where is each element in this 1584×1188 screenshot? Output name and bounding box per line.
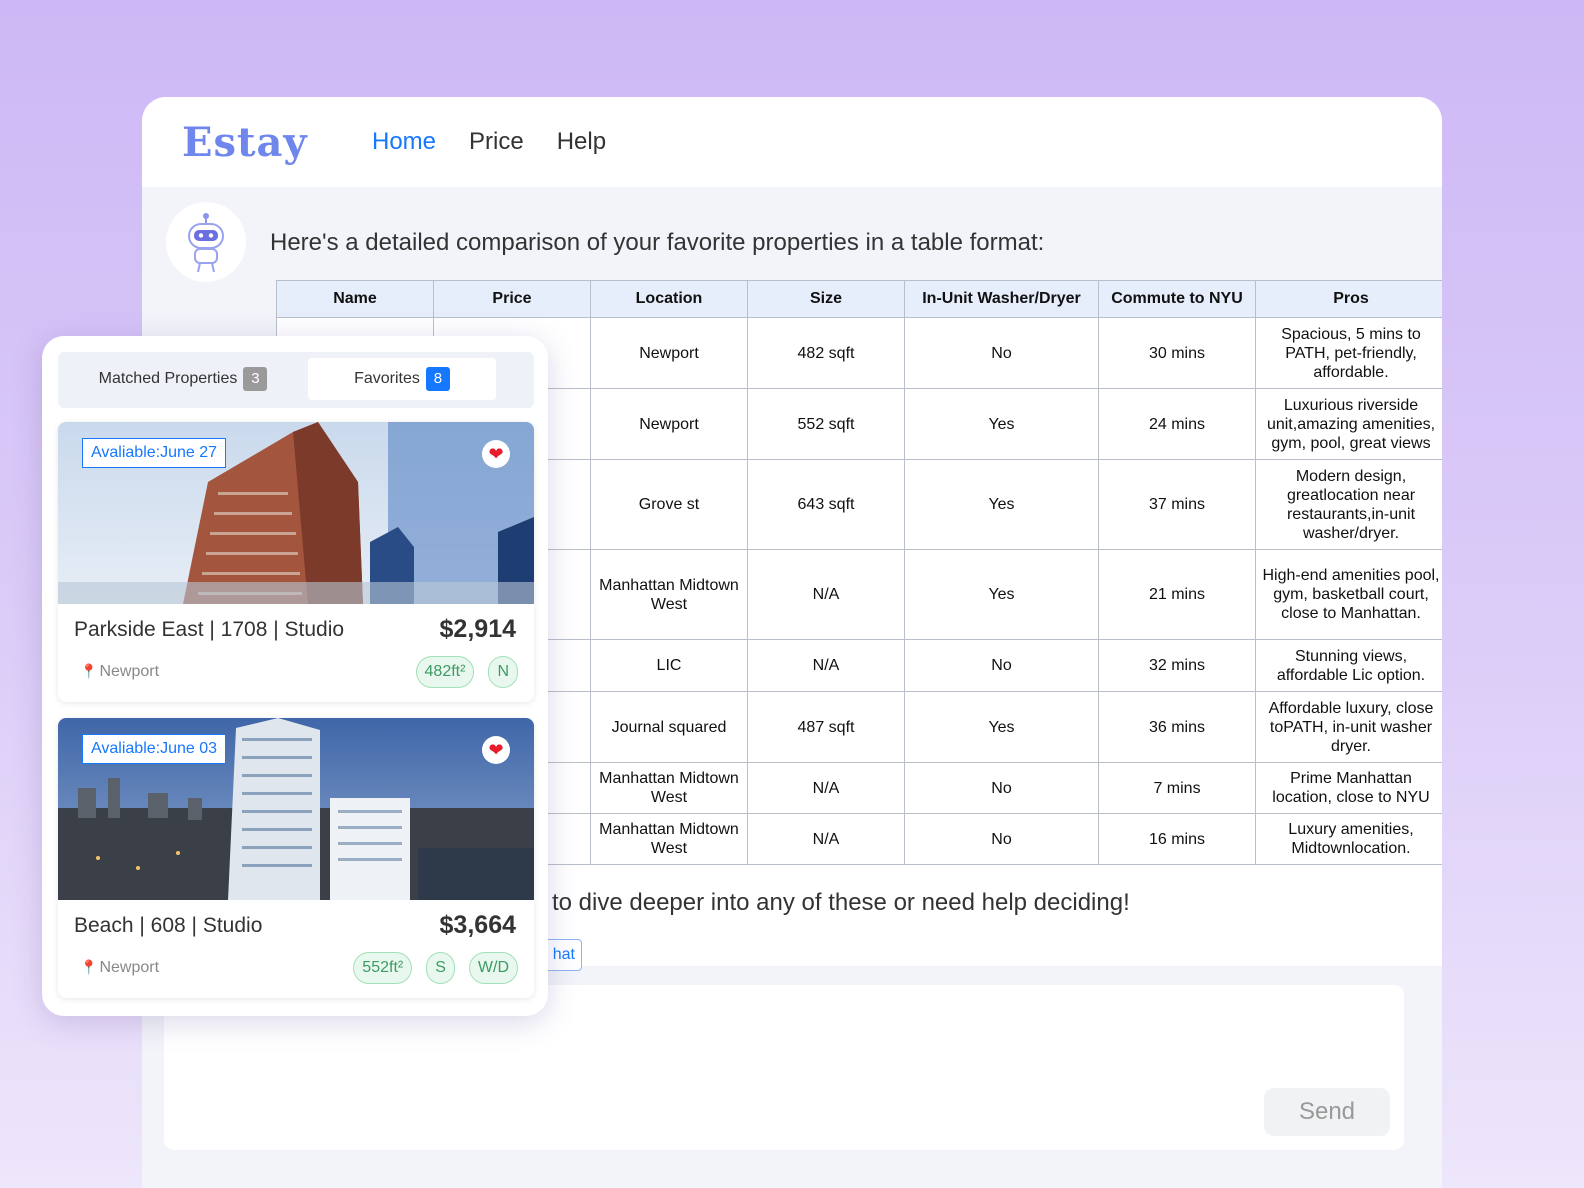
property-tags: 552ft² S W/D bbox=[353, 952, 518, 984]
cell-pros: Prime Manhattan location, close to NYU bbox=[1255, 762, 1442, 814]
heart-icon[interactable]: ❤ bbox=[482, 736, 510, 764]
send-button[interactable]: Send bbox=[1264, 1088, 1390, 1136]
cell-location: Newport bbox=[590, 388, 748, 460]
column-header-pros: Pros bbox=[1255, 280, 1442, 318]
suggestion-chip[interactable]: hat bbox=[542, 939, 582, 971]
property-price: $2,914 bbox=[439, 615, 516, 643]
cell-washer: Yes bbox=[904, 388, 1099, 460]
location-pin-icon: 📍 bbox=[80, 663, 98, 679]
cell-washer: Yes bbox=[904, 549, 1099, 640]
cell-washer: Yes bbox=[904, 459, 1099, 550]
cell-washer: No bbox=[904, 639, 1099, 692]
feature-tag: N bbox=[488, 656, 518, 688]
favorites-count-badge: 8 bbox=[425, 367, 450, 391]
property-card[interactable]: Avaliable:June 03 ❤ Beach | 608 | Studio… bbox=[58, 718, 534, 998]
cell-size: 552 sqft bbox=[747, 388, 905, 460]
cell-size: N/A bbox=[747, 549, 905, 640]
matched-count-badge: 3 bbox=[243, 367, 268, 391]
cell-commute: 24 mins bbox=[1098, 388, 1256, 460]
nav-price[interactable]: Price bbox=[469, 128, 524, 156]
cell-washer: No bbox=[904, 317, 1099, 389]
property-location: 📍 Newport bbox=[80, 959, 159, 977]
robot-avatar-icon bbox=[188, 213, 224, 273]
tab-matched-properties[interactable]: Matched Properties 3 bbox=[58, 358, 308, 400]
cell-size: 643 sqft bbox=[747, 459, 905, 550]
column-header-size: Size bbox=[747, 280, 905, 318]
property-tags: 482ft² N bbox=[415, 656, 518, 688]
cell-pros: Luxury amenities, Midtownlocation. bbox=[1255, 813, 1442, 865]
cell-washer: No bbox=[904, 762, 1099, 814]
estay-logo[interactable]: Estay bbox=[182, 119, 330, 166]
cell-pros: High-end amenities pool, gym, basketball… bbox=[1255, 549, 1442, 640]
column-header-washer-dryer: In-Unit Washer/Dryer bbox=[904, 280, 1099, 318]
column-header-commute: Commute to NYU bbox=[1098, 280, 1256, 318]
location-pin-icon: 📍 bbox=[80, 959, 98, 975]
tab-favorites[interactable]: Favorites 8 bbox=[308, 358, 496, 400]
cell-commute: 36 mins bbox=[1098, 691, 1256, 763]
cell-size: N/A bbox=[747, 639, 905, 692]
cell-pros: Affordable luxury, close toPATH, in-unit… bbox=[1255, 691, 1442, 763]
property-title: Beach | 608 | Studio bbox=[74, 914, 263, 937]
assistant-avatar bbox=[166, 202, 246, 282]
heart-icon[interactable]: ❤ bbox=[482, 440, 510, 468]
cell-location: Newport bbox=[590, 317, 748, 389]
tab-label: Favorites bbox=[354, 370, 420, 387]
location-label: Newport bbox=[99, 959, 160, 976]
cell-location: Grove st bbox=[590, 459, 748, 550]
cell-washer: Yes bbox=[904, 691, 1099, 763]
cell-location: Manhattan Midtown West bbox=[590, 813, 748, 865]
column-header-price: Price bbox=[433, 280, 591, 318]
availability-badge: Avaliable:June 27 bbox=[82, 438, 227, 468]
table-header-row: Name Price Location Size In-Unit Washer/… bbox=[276, 280, 1442, 318]
panel-tabs: Matched Properties 3 Favorites 8 bbox=[58, 352, 534, 408]
feature-tag: S bbox=[426, 952, 455, 984]
size-tag: 552ft² bbox=[353, 952, 413, 984]
property-title: Parkside East | 1708 | Studio bbox=[74, 618, 345, 641]
cell-commute: 21 mins bbox=[1098, 549, 1256, 640]
column-header-name: Name bbox=[276, 280, 434, 318]
size-tag: 482ft² bbox=[415, 656, 475, 688]
cell-pros: Stunning views, affordable Lic option. bbox=[1255, 639, 1442, 692]
favorites-panel: Matched Properties 3 Favorites 8 Avaliab… bbox=[42, 336, 548, 1016]
cell-location: Manhattan Midtown West bbox=[590, 762, 748, 814]
cell-location: LIC bbox=[590, 639, 748, 692]
washer-dryer-tag: W/D bbox=[468, 952, 518, 984]
assistant-followup-message: to dive deeper into any of these or need… bbox=[552, 889, 1130, 916]
cell-commute: 37 mins bbox=[1098, 459, 1256, 550]
property-location: 📍 Newport bbox=[80, 663, 159, 681]
cell-pros: Modern design, greatlocation near restau… bbox=[1255, 459, 1442, 550]
cell-size: 487 sqft bbox=[747, 691, 905, 763]
column-header-location: Location bbox=[590, 280, 748, 318]
cell-pros: Luxurious riverside unit,amazing ameniti… bbox=[1255, 388, 1442, 460]
availability-badge: Avaliable:June 03 bbox=[82, 734, 227, 764]
nav-help[interactable]: Help bbox=[557, 128, 606, 156]
nav-home[interactable]: Home bbox=[372, 128, 436, 156]
cell-location: Journal squared bbox=[590, 691, 748, 763]
cell-location: Manhattan Midtown West bbox=[590, 549, 748, 640]
property-card[interactable]: Avaliable:June 27 ❤ Parkside East | 1708… bbox=[58, 422, 534, 702]
cell-washer: No bbox=[904, 813, 1099, 865]
cell-pros: Spacious, 5 mins to PATH, pet-friendly, … bbox=[1255, 317, 1442, 389]
cell-commute: 32 mins bbox=[1098, 639, 1256, 692]
property-price: $3,664 bbox=[439, 911, 516, 939]
cell-size: N/A bbox=[747, 762, 905, 814]
top-navigation-bar: Estay Home Price Help bbox=[142, 97, 1442, 187]
location-label: Newport bbox=[99, 663, 160, 680]
cell-commute: 7 mins bbox=[1098, 762, 1256, 814]
cell-commute: 30 mins bbox=[1098, 317, 1256, 389]
assistant-intro-message: Here's a detailed comparison of your fav… bbox=[270, 229, 1045, 256]
cell-commute: 16 mins bbox=[1098, 813, 1256, 865]
tab-label: Matched Properties bbox=[98, 370, 238, 387]
cell-size: N/A bbox=[747, 813, 905, 865]
cell-size: 482 sqft bbox=[747, 317, 905, 389]
